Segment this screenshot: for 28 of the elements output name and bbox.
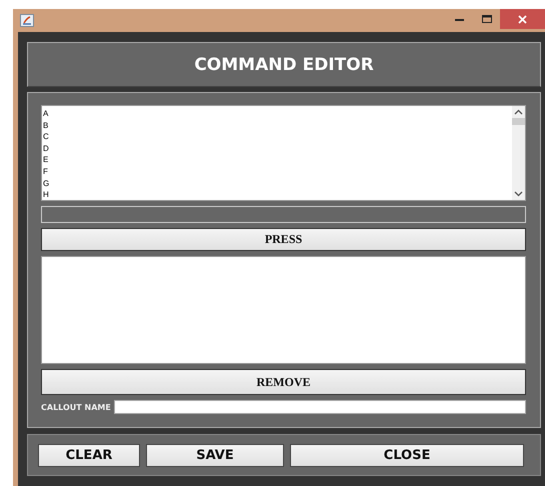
list-item[interactable]: F (42, 166, 512, 178)
scroll-thumb[interactable] (512, 118, 525, 125)
scroll-bar[interactable] (512, 106, 525, 200)
callout-name-label: CALLOUT NAME (41, 402, 111, 412)
close-button[interactable] (500, 9, 545, 29)
app-icon (20, 14, 34, 27)
callout-name-field[interactable] (114, 400, 526, 414)
action-button[interactable]: SAVE (146, 444, 284, 466)
list-item[interactable]: C (42, 131, 512, 143)
text-area[interactable] (41, 256, 526, 364)
close-icon (518, 14, 527, 24)
action-button[interactable]: CLOSE (290, 444, 524, 466)
action-button[interactable]: CLEAR (38, 444, 140, 466)
window-title: COMMAND EDITOR (194, 54, 374, 74)
list-item[interactable]: G (42, 178, 512, 190)
input-field[interactable] (41, 206, 526, 223)
scroll-down-icon (514, 191, 523, 197)
list-item[interactable]: B (42, 120, 512, 132)
minimize-icon (455, 18, 464, 20)
list-item[interactable]: E (42, 154, 512, 166)
maximize-icon (482, 15, 492, 23)
list-item[interactable]: A (42, 108, 512, 120)
command-list[interactable]: A B C D E F G H (41, 105, 526, 201)
list-item[interactable]: H (42, 189, 512, 201)
press-button[interactable]: PRESS (41, 228, 526, 251)
remove-button[interactable]: REMOVE (41, 369, 526, 395)
scroll-up-icon (514, 109, 523, 115)
list-item[interactable]: D (42, 142, 512, 154)
